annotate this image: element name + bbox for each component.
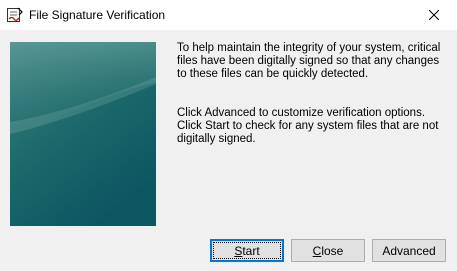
dialog-window: File Signature Verification To help main… [0,0,457,271]
close-mnemonic: C [312,243,322,258]
close-icon [429,10,439,20]
description-text: To help maintain the integrity of your s… [177,42,447,146]
window-title: File Signature Verification [29,8,166,22]
close-button[interactable]: Close [291,239,365,262]
title-bar[interactable]: File Signature Verification [0,0,457,30]
banner-image [10,42,156,226]
advanced-button[interactable]: Advanced [372,239,446,262]
focus-ring [213,242,281,259]
close-label-rest: lose [321,243,344,258]
description-paragraph-2: Click Advanced to customize verification… [177,107,439,145]
start-button[interactable]: Start [210,239,284,262]
description-paragraph-1: To help maintain the integrity of your s… [177,42,441,80]
signature-verification-icon [7,7,23,22]
advanced-label: Advanced [382,243,436,258]
close-window-button[interactable] [411,0,457,30]
